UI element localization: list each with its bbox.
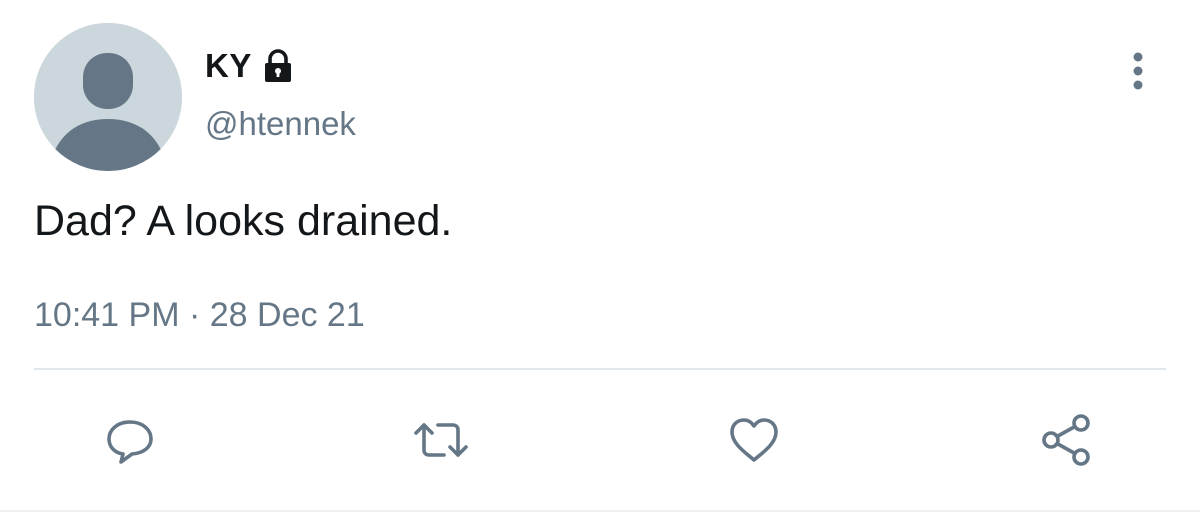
share-button[interactable] bbox=[1036, 410, 1096, 470]
lock-icon bbox=[260, 48, 296, 84]
tweet-timestamp[interactable]: 10:41 PM · 28 Dec 21 bbox=[34, 296, 365, 335]
avatar[interactable] bbox=[34, 23, 182, 171]
heart-icon bbox=[730, 418, 778, 462]
tweet-text: Dad? A looks drained. bbox=[34, 197, 453, 245]
display-name[interactable]: KY bbox=[205, 47, 252, 85]
author-name-row: KY bbox=[205, 44, 296, 88]
comment-icon bbox=[107, 420, 153, 464]
like-button[interactable] bbox=[724, 410, 784, 470]
reply-button[interactable] bbox=[100, 410, 160, 470]
tweet-card: KY @htennek Dad? A looks drained. 10:41 … bbox=[0, 0, 1200, 524]
bottom-divider bbox=[0, 510, 1200, 512]
user-handle[interactable]: @htennek bbox=[205, 105, 356, 143]
share-icon bbox=[1042, 414, 1090, 466]
divider bbox=[34, 368, 1166, 370]
default-avatar-icon bbox=[34, 23, 182, 171]
more-options-button[interactable] bbox=[1120, 48, 1156, 94]
more-vertical-icon bbox=[1133, 52, 1143, 90]
retweet-icon bbox=[414, 423, 468, 457]
retweet-button[interactable] bbox=[411, 410, 471, 470]
